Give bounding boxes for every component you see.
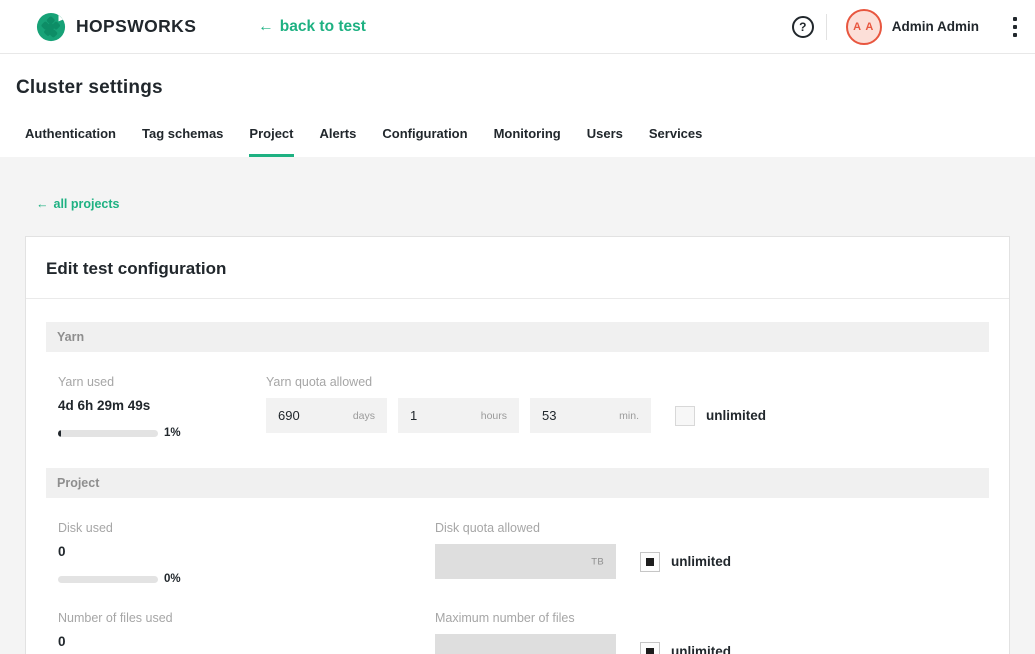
disk-quota-group: Disk quota allowed TB unlimited — [435, 521, 977, 585]
content-area: ← all projects Edit test configuration Y… — [0, 157, 1035, 654]
checkbox-mark — [646, 648, 654, 654]
page-head: Cluster settings Authentication Tag sche… — [0, 77, 1035, 157]
checkbox-mark — [646, 558, 654, 566]
project-disk-row: Disk used 0 0% Disk quota allowed — [46, 521, 989, 585]
max-files-group: Maximum number of files unlimited — [435, 611, 977, 654]
max-files-field — [435, 634, 616, 654]
progress-track — [58, 430, 158, 437]
yarn-unlimited-checkbox-group[interactable]: unlimited — [675, 406, 766, 426]
max-files-unlimited-checkbox-group[interactable]: unlimited — [640, 642, 731, 654]
help-glyph: ? — [799, 20, 806, 34]
tab-tag-schemas[interactable]: Tag schemas — [142, 126, 223, 157]
yarn-minutes-input[interactable] — [530, 398, 651, 433]
yarn-section: Yarn used 4d 6h 29m 49s 1% Yarn quota al… — [46, 375, 989, 439]
disk-used-percent: 0% — [164, 573, 181, 585]
tab-configuration[interactable]: Configuration — [382, 126, 467, 157]
yarn-hours-field: hours — [398, 398, 519, 433]
avatar-initials: A A — [853, 21, 874, 33]
max-files-unlimited-checkbox[interactable] — [640, 642, 660, 654]
yarn-unlimited-label: unlimited — [706, 408, 766, 423]
section-header-yarn-label: Yarn — [57, 330, 84, 344]
disk-used-value: 0 — [58, 544, 435, 559]
tab-services[interactable]: Services — [649, 126, 703, 157]
card-header: Edit test configuration — [26, 237, 1009, 299]
files-used-group: Number of files used 0 0% — [58, 611, 435, 654]
disk-used-group: Disk used 0 0% — [58, 521, 435, 585]
project-files-row: Number of files used 0 0% Maximum number… — [46, 611, 989, 654]
max-files-unlimited-label: unlimited — [671, 644, 731, 654]
yarn-used-percent: 1% — [164, 427, 181, 439]
all-projects-label: all projects — [54, 197, 120, 211]
disk-quota-inputs: TB unlimited — [435, 544, 977, 579]
topbar: HOPSWORKS ← back to test ? A A Admin Adm… — [0, 0, 1035, 54]
files-used-value: 0 — [58, 634, 435, 649]
yarn-quota-label: Yarn quota allowed — [266, 375, 766, 389]
section-header-project: Project — [46, 468, 989, 498]
max-files-input — [435, 634, 616, 654]
disk-used-label: Disk used — [58, 521, 435, 535]
max-files-label: Maximum number of files — [435, 611, 977, 625]
tab-users[interactable]: Users — [587, 126, 623, 157]
yarn-used-value: 4d 6h 29m 49s — [58, 398, 266, 413]
yarn-minutes-field: min. — [530, 398, 651, 433]
yarn-used-label: Yarn used — [58, 375, 266, 389]
yarn-used-group: Yarn used 4d 6h 29m 49s 1% — [58, 375, 266, 439]
yarn-quota-group: Yarn quota allowed days hours min. — [266, 375, 766, 439]
hopsworks-logo-icon — [36, 12, 66, 42]
yarn-hours-input[interactable] — [398, 398, 519, 433]
back-arrow-icon: ← — [36, 197, 49, 211]
yarn-used-progress: 1% — [58, 427, 266, 439]
section-header-yarn: Yarn — [46, 322, 989, 352]
user-name: Admin Admin — [892, 19, 979, 34]
disk-unlimited-checkbox[interactable] — [640, 552, 660, 572]
yarn-quota-inputs: days hours min. — [266, 398, 766, 433]
back-to-test-label: back to test — [280, 18, 366, 36]
tab-authentication[interactable]: Authentication — [25, 126, 116, 157]
back-to-test-link[interactable]: ← back to test — [258, 18, 366, 36]
yarn-unlimited-checkbox[interactable] — [675, 406, 695, 426]
disk-used-progress: 0% — [58, 573, 435, 585]
progress-track — [58, 576, 158, 583]
disk-unlimited-checkbox-group[interactable]: unlimited — [640, 552, 731, 572]
page-title: Cluster settings — [16, 77, 1035, 99]
progress-fill — [58, 430, 61, 437]
card-body: Yarn Yarn used 4d 6h 29m 49s 1% Yarn quo… — [26, 299, 1009, 654]
topbar-divider — [826, 14, 827, 40]
help-icon[interactable]: ? — [792, 16, 814, 38]
tab-alerts[interactable]: Alerts — [320, 126, 357, 157]
kebab-menu-icon[interactable] — [1009, 13, 1021, 41]
tab-monitoring[interactable]: Monitoring — [494, 126, 561, 157]
all-projects-link[interactable]: ← all projects — [36, 197, 120, 211]
max-files-inputs: unlimited — [435, 634, 977, 654]
back-arrow-icon: ← — [258, 18, 274, 36]
disk-quota-field: TB — [435, 544, 616, 579]
edit-configuration-card: Edit test configuration Yarn Yarn used 4… — [25, 236, 1010, 654]
disk-quota-input — [435, 544, 616, 579]
tab-project[interactable]: Project — [249, 126, 293, 157]
avatar[interactable]: A A — [846, 9, 882, 45]
disk-quota-label: Disk quota allowed — [435, 521, 977, 535]
files-used-label: Number of files used — [58, 611, 435, 625]
yarn-days-field: days — [266, 398, 387, 433]
brand[interactable]: HOPSWORKS — [36, 12, 196, 42]
brand-name: HOPSWORKS — [76, 16, 196, 37]
card-title: Edit test configuration — [46, 259, 989, 279]
tab-bar: Authentication Tag schemas Project Alert… — [25, 126, 1035, 157]
disk-unlimited-label: unlimited — [671, 554, 731, 569]
yarn-days-input[interactable] — [266, 398, 387, 433]
section-header-project-label: Project — [57, 476, 99, 490]
